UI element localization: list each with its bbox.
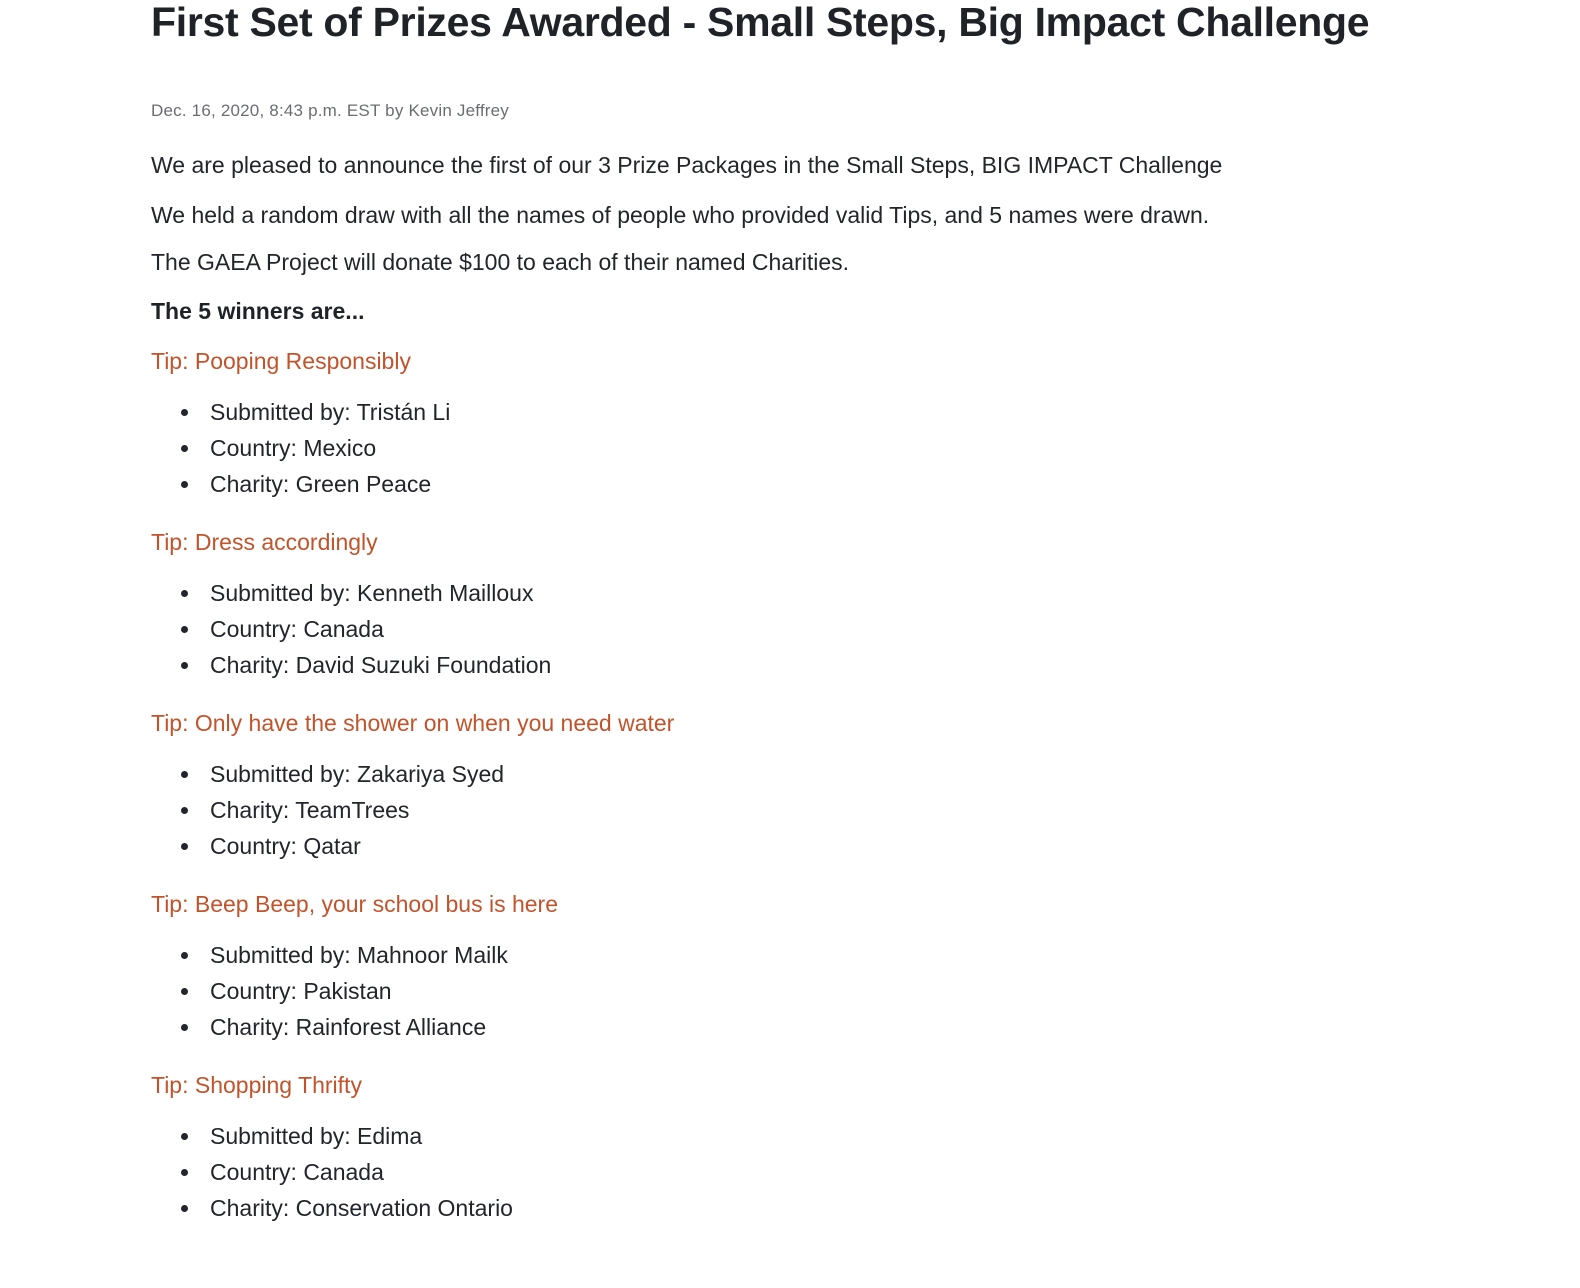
article-title: First Set of Prizes Awarded - Small Step… [151,0,1370,45]
list-item: Country: Pakistan [181,973,1381,1009]
list-item: Submitted by: Zakariya Syed [181,756,1381,792]
submitted-by: Submitted by: Kenneth Mailloux [210,580,534,606]
tip-section: Tip: Only have the shower on when you ne… [151,707,1381,864]
list-item: Country: Mexico [181,430,1381,466]
charity: Charity: Green Peace [210,471,432,497]
bullet-icon [181,1024,188,1031]
tip-title: Tip: Dress accordingly [151,529,378,555]
donation-paragraph: The GAEA Project will donate $100 to eac… [151,249,850,275]
country: Country: Canada [210,616,384,642]
bullet-icon [181,952,188,959]
list-item: Charity: Green Peace [181,466,1381,502]
list-item: Country: Qatar [181,828,1381,864]
list-item: Charity: Conservation Ontario [181,1190,1381,1226]
bullet-icon [181,843,188,850]
submitted-by: Submitted by: Zakariya Syed [210,761,505,787]
country: Country: Qatar [210,833,361,859]
list-item: Charity: TeamTrees [181,792,1381,828]
bullet-icon [181,481,188,488]
tip-section: Tip: Beep Beep, your school bus is here … [151,888,1381,1045]
tip-title: Tip: Pooping Responsibly [151,348,411,374]
charity: Charity: TeamTrees [210,797,410,823]
tip-section: Tip: Shopping Thrifty Submitted by: Edim… [151,1069,1381,1226]
country: Country: Canada [210,1159,384,1185]
list-item: Charity: Rainforest Alliance [181,1009,1381,1045]
bullet-icon [181,771,188,778]
winners-heading: The 5 winners are... [151,298,365,324]
list-item: Submitted by: Tristán Li [181,394,1381,430]
list-item: Country: Canada [181,1154,1381,1190]
bullet-icon [181,409,188,416]
bullet-icon [181,445,188,452]
tip-details-list: Submitted by: Edima Country: Canada Char… [151,1118,1381,1226]
bullet-icon [181,1205,188,1212]
tip-section: Tip: Dress accordingly Submitted by: Ken… [151,526,1381,683]
list-item: Submitted by: Kenneth Mailloux [181,575,1381,611]
country: Country: Pakistan [210,978,392,1004]
article: First Set of Prizes Awarded - Small Step… [151,0,1381,1226]
list-item: Country: Canada [181,611,1381,647]
bullet-icon [181,662,188,669]
tip-title: Tip: Only have the shower on when you ne… [151,710,675,736]
tip-details-list: Submitted by: Tristán Li Country: Mexico… [151,394,1381,502]
intro-paragraph: We are pleased to announce the first of … [151,152,1223,178]
bullet-icon [181,988,188,995]
list-item: Submitted by: Mahnoor Mailk [181,937,1381,973]
bullet-icon [181,1133,188,1140]
charity: Charity: David Suzuki Foundation [210,652,552,678]
country: Country: Mexico [210,435,377,461]
submitted-by: Submitted by: Edima [210,1123,423,1149]
tip-title: Tip: Shopping Thrifty [151,1072,362,1098]
draw-paragraph: We held a random draw with all the names… [151,202,1210,228]
tip-title: Tip: Beep Beep, your school bus is here [151,891,558,917]
article-byline: Dec. 16, 2020, 8:43 p.m. EST by Kevin Je… [151,101,510,120]
tip-details-list: Submitted by: Zakariya Syed Charity: Tea… [151,756,1381,864]
tip-section: Tip: Pooping Responsibly Submitted by: T… [151,345,1381,502]
bullet-icon [181,590,188,597]
bullet-icon [181,807,188,814]
bullet-icon [181,1169,188,1176]
charity: Charity: Conservation Ontario [210,1195,513,1221]
submitted-by: Submitted by: Tristán Li [210,399,451,425]
list-item: Submitted by: Edima [181,1118,1381,1154]
submitted-by: Submitted by: Mahnoor Mailk [210,942,508,968]
charity: Charity: Rainforest Alliance [210,1014,487,1040]
bullet-icon [181,626,188,633]
tip-details-list: Submitted by: Mahnoor Mailk Country: Pak… [151,937,1381,1045]
tip-details-list: Submitted by: Kenneth Mailloux Country: … [151,575,1381,683]
list-item: Charity: David Suzuki Foundation [181,647,1381,683]
